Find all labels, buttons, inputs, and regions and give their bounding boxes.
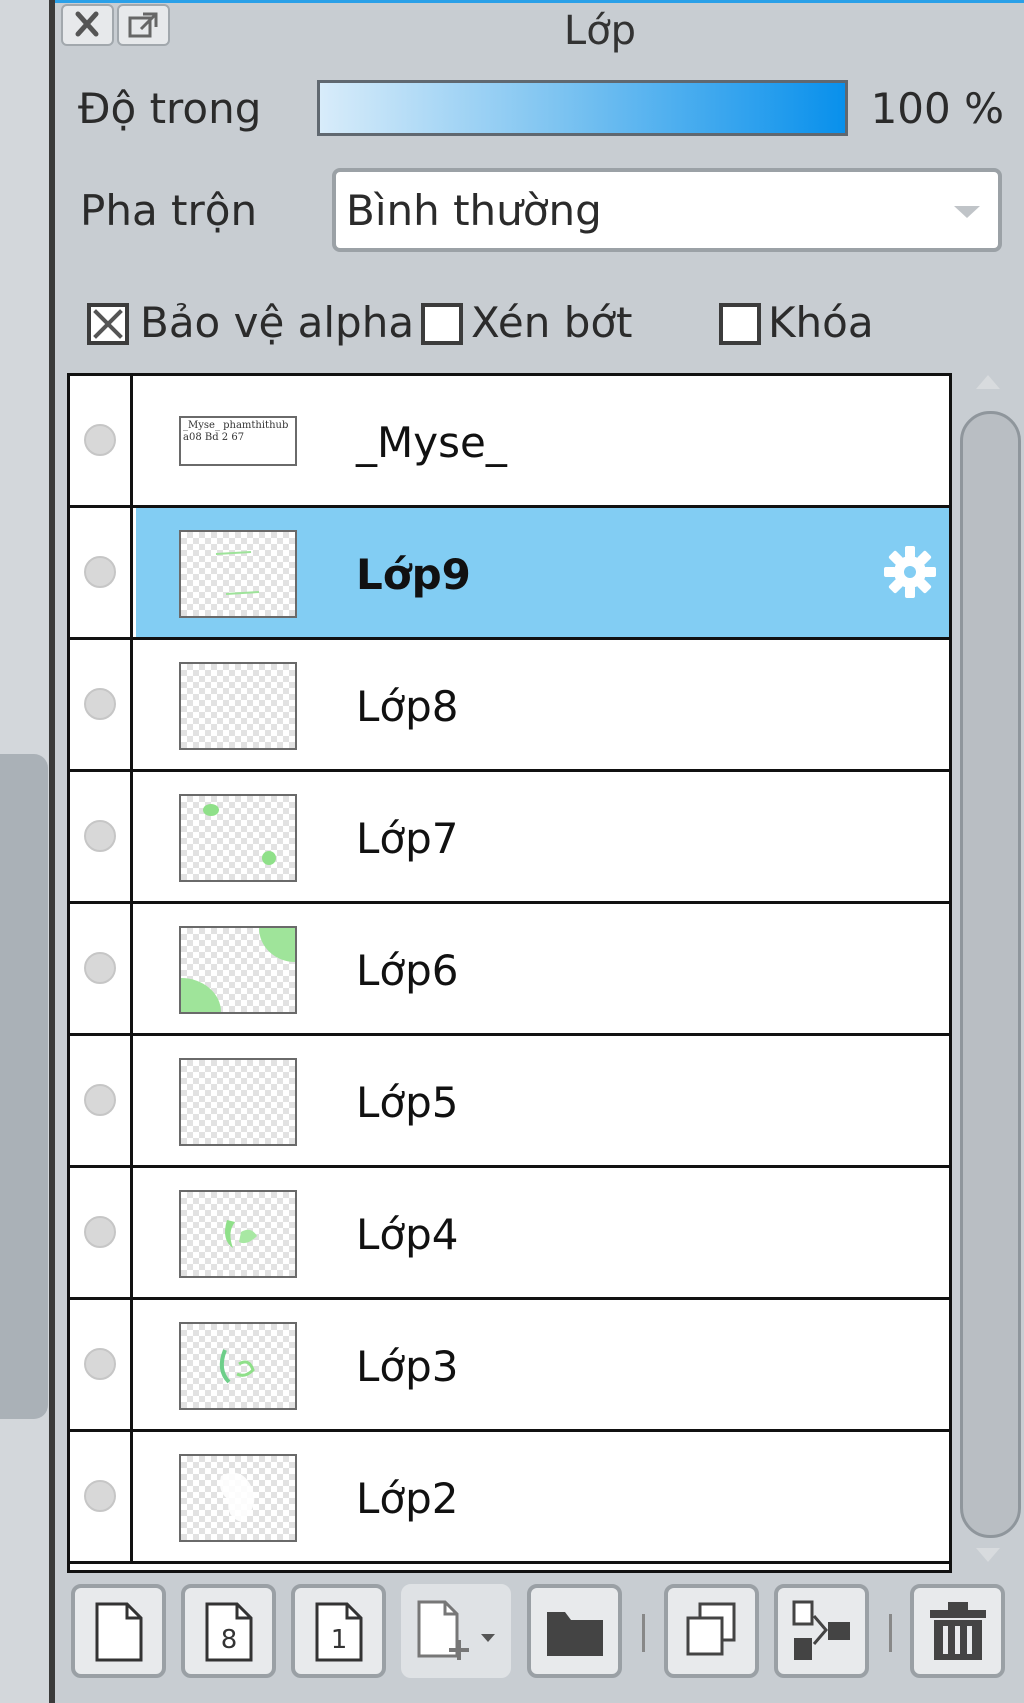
layer-name: _Myse_ — [356, 418, 507, 467]
add-layer-menu-icon — [417, 1600, 495, 1660]
layer-row[interactable]: Lớp5 — [70, 1036, 949, 1168]
thumbnail-text: _Myse_ phamthithuba08 Bd 2 67 — [183, 420, 289, 443]
visibility-toggle[interactable] — [70, 772, 133, 901]
visibility-dot-icon — [84, 1348, 116, 1380]
blend-mode-label: Pha trộn — [80, 186, 258, 235]
layer-row[interactable]: Lớp8 — [70, 640, 949, 772]
layer-row-selected[interactable]: Lớp9 — [70, 508, 949, 640]
alpha-protect-checkbox[interactable] — [87, 303, 129, 345]
visibility-dot-icon — [84, 820, 116, 852]
opacity-slider[interactable] — [317, 80, 848, 136]
new-layer-icon — [95, 1602, 143, 1662]
merge-down-button[interactable] — [774, 1584, 869, 1678]
layer-row[interactable]: Lớp6 — [70, 904, 949, 1036]
left-panel-resize-handle[interactable] — [0, 754, 48, 1419]
merge-down-icon — [792, 1600, 850, 1660]
visibility-dot-icon — [84, 556, 116, 588]
layer-name: Lớp6 — [356, 946, 459, 995]
blend-mode-select[interactable]: Bình thường — [332, 168, 1002, 252]
layer-name: Lớp7 — [356, 814, 459, 863]
layer-name: Lớp9 — [356, 550, 471, 599]
left-panel-edge — [0, 0, 55, 1703]
chevron-down-icon — [954, 206, 980, 218]
layer-toolbar: 8 1 — [67, 1580, 1012, 1680]
duplicate-layer-icon — [686, 1602, 736, 1656]
layer-row[interactable]: Lớp4 — [70, 1168, 949, 1300]
layer-name: Lớp4 — [356, 1210, 459, 1259]
layer-name: Lớp3 — [356, 1342, 459, 1391]
delete-layer-icon — [930, 1602, 986, 1660]
visibility-dot-icon — [84, 688, 116, 720]
layer-row[interactable]: Lớp7 — [70, 772, 949, 904]
clipping-checkbox[interactable] — [421, 303, 463, 345]
new-layer-button[interactable] — [71, 1584, 166, 1678]
layer-name: Lớp5 — [356, 1078, 459, 1127]
layer-thumbnail — [179, 794, 297, 882]
new-8bit-layer-button[interactable]: 8 — [181, 1584, 276, 1678]
visibility-toggle[interactable] — [70, 904, 133, 1033]
visibility-dot-icon — [84, 952, 116, 984]
add-layer-menu-button[interactable] — [401, 1584, 511, 1678]
new-folder-button[interactable] — [527, 1584, 622, 1678]
layer-thumbnail — [179, 662, 297, 750]
visibility-toggle[interactable] — [70, 508, 133, 637]
svg-text:8: 8 — [221, 1625, 238, 1655]
clipping-label: Xén bớt — [471, 298, 633, 347]
panel-top-accent — [55, 0, 1024, 3]
lock-checkbox[interactable] — [719, 303, 761, 345]
layer-thumbnail: _Myse_ phamthithuba08 Bd 2 67 — [179, 416, 297, 466]
opacity-label: Độ trong — [78, 84, 262, 133]
scroll-thumb[interactable] — [960, 411, 1021, 1538]
layer-row[interactable]: Lớp3 — [70, 1300, 949, 1432]
alpha-protect-label: Bảo vệ alpha — [140, 298, 415, 347]
new-1bit-layer-button[interactable]: 1 — [291, 1584, 386, 1678]
new-1bit-layer-icon: 1 — [315, 1602, 363, 1662]
scroll-down-icon[interactable] — [976, 1548, 1000, 1562]
visibility-toggle[interactable] — [70, 640, 133, 769]
layer-row[interactable]: _Myse_ phamthithuba08 Bd 2 67 _Myse_ — [70, 376, 949, 508]
toolbar-separator — [889, 1614, 892, 1652]
layer-thumbnail — [179, 1190, 297, 1278]
blend-mode-value: Bình thường — [346, 186, 602, 235]
visibility-toggle[interactable] — [70, 1168, 133, 1297]
visibility-dot-icon — [84, 1480, 116, 1512]
lock-label: Khóa — [768, 298, 874, 347]
gear-icon[interactable] — [880, 542, 940, 602]
visibility-toggle[interactable] — [70, 1036, 133, 1165]
layer-name: Lớp2 — [356, 1474, 459, 1523]
layer-list-scrollbar[interactable] — [954, 373, 1024, 1573]
visibility-toggle[interactable] — [70, 1432, 133, 1561]
layer-thumbnail — [179, 1058, 297, 1146]
layer-row[interactable]: Lớp2 — [70, 1432, 949, 1564]
delete-layer-button[interactable] — [910, 1584, 1005, 1678]
layer-thumbnail — [179, 1454, 297, 1542]
layer-panel: Lớp Độ trong 100 % Pha trộn Bình thường … — [55, 0, 1024, 1703]
layer-thumbnail — [179, 926, 297, 1014]
layer-thumbnail — [179, 1322, 297, 1410]
toolbar-separator — [642, 1614, 645, 1652]
scroll-up-icon[interactable] — [976, 375, 1000, 389]
layer-thumbnail — [179, 530, 297, 618]
layer-name: Lớp8 — [356, 682, 459, 731]
panel-title: Lớp — [563, 8, 637, 54]
visibility-dot-icon — [84, 1084, 116, 1116]
duplicate-layer-button[interactable] — [664, 1584, 759, 1678]
visibility-dot-icon — [84, 424, 116, 456]
opacity-value: 100 % — [870, 84, 1004, 133]
visibility-dot-icon — [84, 1216, 116, 1248]
new-folder-icon — [547, 1612, 603, 1656]
layer-list: _Myse_ phamthithuba08 Bd 2 67 _Myse_ Lớp… — [67, 373, 952, 1573]
visibility-toggle[interactable] — [70, 1300, 133, 1429]
visibility-toggle[interactable] — [70, 376, 133, 505]
svg-text:1: 1 — [331, 1625, 348, 1655]
new-8bit-layer-icon: 8 — [205, 1602, 253, 1662]
